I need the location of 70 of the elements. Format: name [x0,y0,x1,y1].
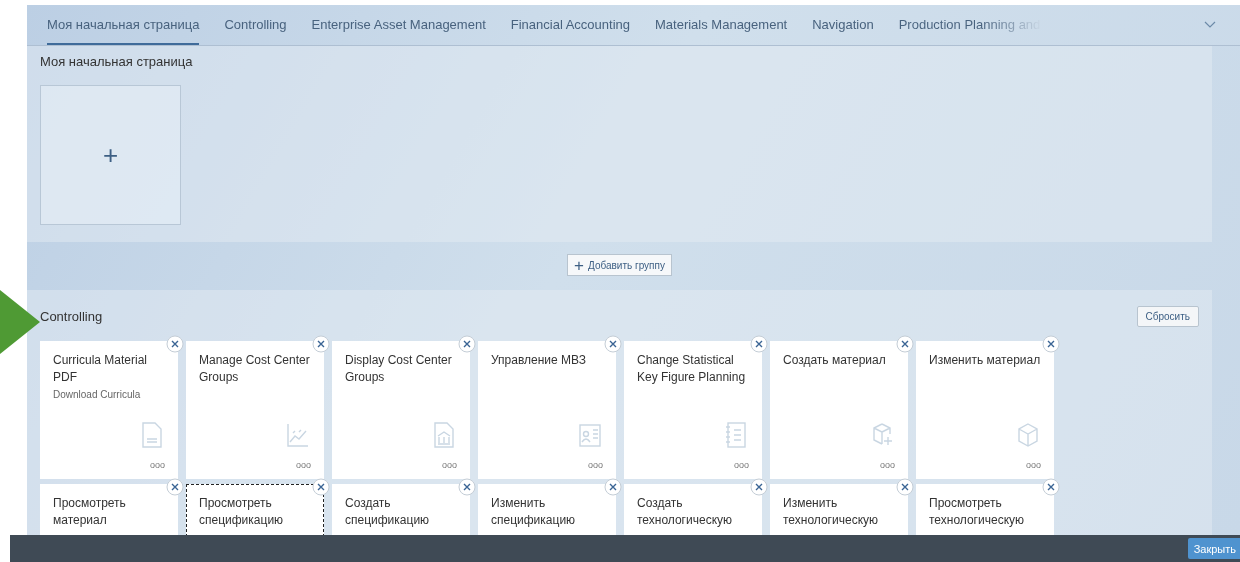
tile-title: Просмотреть технологическую [929,495,1025,529]
group-title: Controlling [40,308,103,324]
close-icon[interactable] [458,478,476,496]
tile-title: Изменить материал [929,352,1042,369]
app-tile[interactable]: Изменить спецификацию [478,484,616,535]
close-icon[interactable] [312,478,330,496]
close-icon[interactable] [166,478,184,496]
close-icon[interactable] [750,335,768,353]
close-icon[interactable] [1042,335,1060,353]
more-options-button[interactable]: ooo [879,460,895,470]
cube-icon [1017,422,1039,448]
tile-title: Изменить технологическую [783,495,879,529]
app-tile[interactable]: Curricula Material PDF Download Curricula ooo [40,341,178,479]
building-document-icon [433,422,455,448]
chevron-down-icon[interactable] [1204,21,1216,29]
triangle-pointer-icon [0,290,40,354]
app-tile[interactable]: Изменить технологическую [770,484,908,535]
reset-button[interactable]: Сбросить [1136,305,1199,327]
group-title: Моя начальная страница [40,54,194,69]
cube-plus-icon [871,422,893,448]
app-tile[interactable]: Manage Cost Center Groups ooo [186,341,324,479]
app-tile[interactable]: Создать технологическую [624,484,762,535]
more-options-button[interactable]: ooo [733,460,749,470]
close-icon[interactable] [458,335,476,353]
tile-title: Создать технологическую [637,495,733,529]
tab[interactable]: Materials Management [655,5,788,45]
close-icon[interactable] [604,335,622,353]
tab[interactable]: Financial Accounting [510,5,630,45]
more-options-button[interactable]: ooo [441,460,457,470]
more-options-button[interactable]: ooo [587,460,603,470]
tile-title: Change Statistical Key Figure Planning [637,352,747,386]
close-icon[interactable] [166,335,184,353]
more-options-button[interactable]: ooo [1025,460,1041,470]
app-tile[interactable]: Изменить материал ooo [916,341,1054,479]
tile-title: Просмотреть материал [53,495,127,529]
tile-title: Создать материал [783,352,887,369]
app-tile[interactable]: Display Cost Center Groups ooo [332,341,470,479]
tile-title: Display Cost Center Groups [345,352,453,386]
app-tile[interactable]: Создать материал ooo [770,341,908,479]
app-tile[interactable]: Создать спецификацию [332,484,470,535]
tile-title: Изменить спецификацию [491,495,577,529]
close-icon[interactable] [604,478,622,496]
close-icon[interactable] [896,478,914,496]
more-options-button[interactable]: ooo [295,460,311,470]
tile-title: Manage Cost Center Groups [199,352,311,386]
tile-title: Создать спецификацию [345,495,431,529]
person-card-icon [579,422,601,448]
more-options-button[interactable]: ooo [149,460,165,470]
app-tile[interactable]: Просмотреть спецификацию [186,484,324,535]
tile-subtitle: Download Curricula [53,389,142,400]
close-icon[interactable] [312,335,330,353]
document-icon [141,422,163,448]
tile-title: Просмотреть спецификацию [199,495,285,529]
app-tile[interactable]: Просмотреть технологическую [916,484,1054,535]
add-group-button[interactable]: + Добавить группу [567,254,672,276]
close-icon[interactable] [1042,478,1060,496]
app-tile[interactable]: Change Statistical Key Figure Planning ooo [624,341,762,479]
app-tile[interactable]: Просмотреть материал [40,484,178,535]
add-tile[interactable]: + [40,85,181,225]
close-icon[interactable] [896,335,914,353]
tab[interactable]: Controlling [224,5,287,45]
tile-title: Управление МВЗ [491,352,587,369]
app-tile[interactable]: Управление МВЗ ooo [478,341,616,479]
tab[interactable]: Моя начальная страница [47,5,200,45]
tab[interactable]: Enterprise Asset Management [311,5,486,45]
tab[interactable]: Navigation [812,5,874,45]
tile-title: Curricula Material PDF [53,352,149,386]
chart-icon [287,422,309,448]
close-icon[interactable] [750,478,768,496]
notebook-icon [725,422,747,448]
